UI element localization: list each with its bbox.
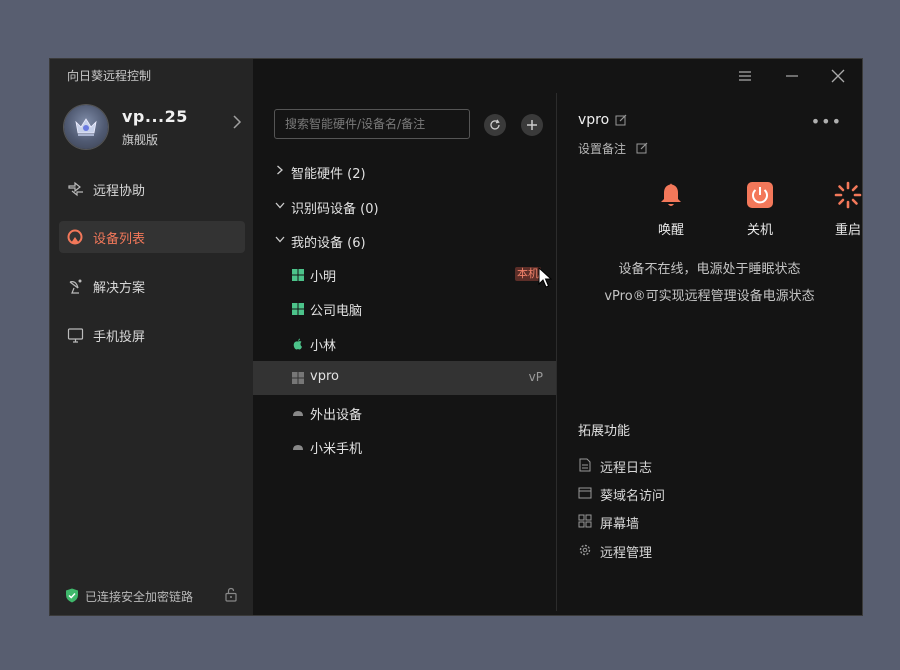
ext-label: 远程管理 bbox=[600, 546, 653, 561]
extensions-title: 拓展功能 bbox=[578, 424, 631, 439]
action-label: 关机 bbox=[746, 223, 773, 238]
ext-remote-log[interactable]: 远程日志 bbox=[578, 455, 778, 476]
minimize-icon bbox=[786, 75, 798, 77]
ext-domain-access[interactable]: 葵域名访问 bbox=[578, 483, 778, 504]
device-row-company-pc[interactable]: 公司电脑 bbox=[253, 292, 557, 326]
sidebar: 向日葵远程控制 vp...25 旗舰版 远程协助 设备列表 解决方案 手机投屏 … bbox=[50, 59, 253, 615]
sidebar-item-phone-cast[interactable]: 手机投屏 bbox=[59, 319, 245, 351]
chevron-down-icon bbox=[275, 236, 285, 243]
search-box bbox=[274, 109, 470, 139]
cloud-icon bbox=[293, 411, 303, 416]
grid-icon bbox=[578, 514, 592, 528]
sidebar-item-device-list[interactable]: 设备列表 bbox=[59, 221, 245, 253]
sidebar-item-label: 手机投屏 bbox=[93, 330, 146, 345]
restart-button[interactable]: 重启 bbox=[818, 181, 878, 238]
vpro-hint-text: vPro®可实现远程管理设备电源状态 bbox=[604, 289, 815, 304]
restart-icon bbox=[834, 181, 862, 209]
ext-screen-wall[interactable]: 屏幕墙 bbox=[578, 511, 778, 532]
device-row-vpro[interactable]: vpro vP bbox=[253, 361, 557, 395]
edit-icon[interactable] bbox=[636, 142, 648, 154]
gear-icon bbox=[579, 544, 591, 556]
menu-button[interactable] bbox=[736, 67, 754, 85]
remote-assist-icon bbox=[68, 181, 83, 197]
action-label: 唤醒 bbox=[657, 223, 684, 238]
crown-icon bbox=[75, 118, 97, 136]
device-row-xiaomi-phone[interactable]: 小米手机 bbox=[253, 430, 557, 464]
device-list-icon bbox=[67, 229, 83, 245]
chevron-right-icon bbox=[232, 115, 242, 133]
document-icon bbox=[579, 458, 591, 472]
sidebar-item-label: 解决方案 bbox=[93, 281, 146, 296]
group-label: 我的设备 (6) bbox=[291, 236, 366, 251]
close-button[interactable] bbox=[829, 67, 847, 85]
action-label: 重启 bbox=[834, 223, 861, 238]
shield-check-icon bbox=[66, 588, 78, 603]
vpro-tag: vP bbox=[528, 370, 543, 384]
refresh-button[interactable] bbox=[484, 114, 506, 136]
profile-name: vp...25 bbox=[122, 107, 188, 126]
plus-icon bbox=[527, 120, 537, 130]
apple-icon bbox=[293, 338, 302, 350]
windows-icon bbox=[292, 372, 304, 384]
windows-icon bbox=[292, 303, 304, 315]
app-title: 向日葵远程控制 bbox=[67, 69, 152, 83]
security-status-label: 已连接安全加密链路 bbox=[85, 590, 194, 604]
browser-icon bbox=[578, 487, 592, 499]
offline-status-text: 设备不在线，电源处于睡眠状态 bbox=[618, 262, 801, 277]
add-device-button[interactable] bbox=[521, 114, 543, 136]
edit-icon[interactable] bbox=[615, 114, 627, 126]
set-remark-link[interactable]: 设置备注 bbox=[578, 140, 626, 157]
security-status: 已连接安全加密链路 bbox=[65, 587, 240, 605]
ext-label: 远程日志 bbox=[600, 461, 653, 476]
device-row-xiaoming[interactable]: 小明 本机 bbox=[253, 258, 557, 292]
ext-remote-management[interactable]: 远程管理 bbox=[578, 540, 778, 561]
group-id-devices[interactable]: 识别码设备 (0) bbox=[274, 196, 534, 218]
lock-button[interactable] bbox=[224, 587, 240, 603]
refresh-icon bbox=[490, 119, 500, 130]
device-name: vpro bbox=[310, 369, 339, 384]
more-options-icon[interactable]: ••• bbox=[811, 112, 842, 131]
chevron-right-icon bbox=[277, 165, 283, 175]
minimize-button[interactable] bbox=[783, 67, 801, 85]
device-title: vpro bbox=[578, 112, 610, 128]
device-row-outing-device[interactable]: 外出设备 bbox=[253, 396, 557, 430]
avatar bbox=[64, 105, 108, 149]
device-row-xiaolin[interactable]: 小林 bbox=[253, 327, 557, 361]
device-detail-panel: vpro ••• 设置备注 唤醒 关机 重启 设备不在线，电源处于睡眠状态 vP… bbox=[557, 59, 862, 615]
chevron-down-icon bbox=[275, 202, 285, 209]
device-name: 小明 bbox=[310, 270, 337, 285]
ext-label: 葵域名访问 bbox=[600, 489, 666, 504]
app-window: 向日葵远程控制 vp...25 旗舰版 远程协助 设备列表 解决方案 手机投屏 … bbox=[50, 59, 862, 615]
windows-icon bbox=[292, 269, 304, 281]
search-input[interactable] bbox=[275, 110, 469, 138]
cloud-icon bbox=[293, 445, 303, 450]
device-name: 小米手机 bbox=[310, 442, 363, 457]
device-name: 外出设备 bbox=[310, 408, 363, 423]
group-smart-hardware[interactable]: 智能硬件 (2) bbox=[274, 161, 534, 183]
hamburger-menu-icon bbox=[739, 71, 751, 81]
group-my-devices[interactable]: 我的设备 (6) bbox=[274, 230, 534, 252]
user-profile[interactable]: vp...25 旗舰版 bbox=[64, 103, 246, 151]
device-list-panel: 智能硬件 (2) 识别码设备 (0) 我的设备 (6) 小明 本机 公司电脑 bbox=[253, 59, 557, 615]
shutdown-button[interactable]: 关机 bbox=[730, 181, 790, 238]
close-icon bbox=[831, 69, 845, 83]
bell-icon bbox=[661, 183, 681, 206]
mouse-cursor-icon bbox=[538, 267, 552, 288]
satellite-icon bbox=[69, 279, 82, 294]
ext-label: 屏幕墙 bbox=[600, 517, 640, 532]
device-name: 公司电脑 bbox=[310, 304, 363, 319]
sidebar-item-label: 远程协助 bbox=[93, 184, 146, 199]
profile-level: 旗舰版 bbox=[122, 133, 159, 147]
lock-icon bbox=[225, 587, 237, 602]
sidebar-item-remote-assist[interactable]: 远程协助 bbox=[59, 173, 245, 205]
device-name: 小林 bbox=[310, 339, 337, 354]
monitor-icon bbox=[67, 328, 84, 343]
wake-button[interactable]: 唤醒 bbox=[641, 181, 701, 238]
sidebar-item-solutions[interactable]: 解决方案 bbox=[59, 270, 245, 302]
group-label: 识别码设备 (0) bbox=[291, 202, 379, 217]
power-icon bbox=[747, 182, 773, 208]
group-label: 智能硬件 (2) bbox=[291, 167, 366, 182]
sidebar-item-label: 设备列表 bbox=[93, 232, 146, 247]
